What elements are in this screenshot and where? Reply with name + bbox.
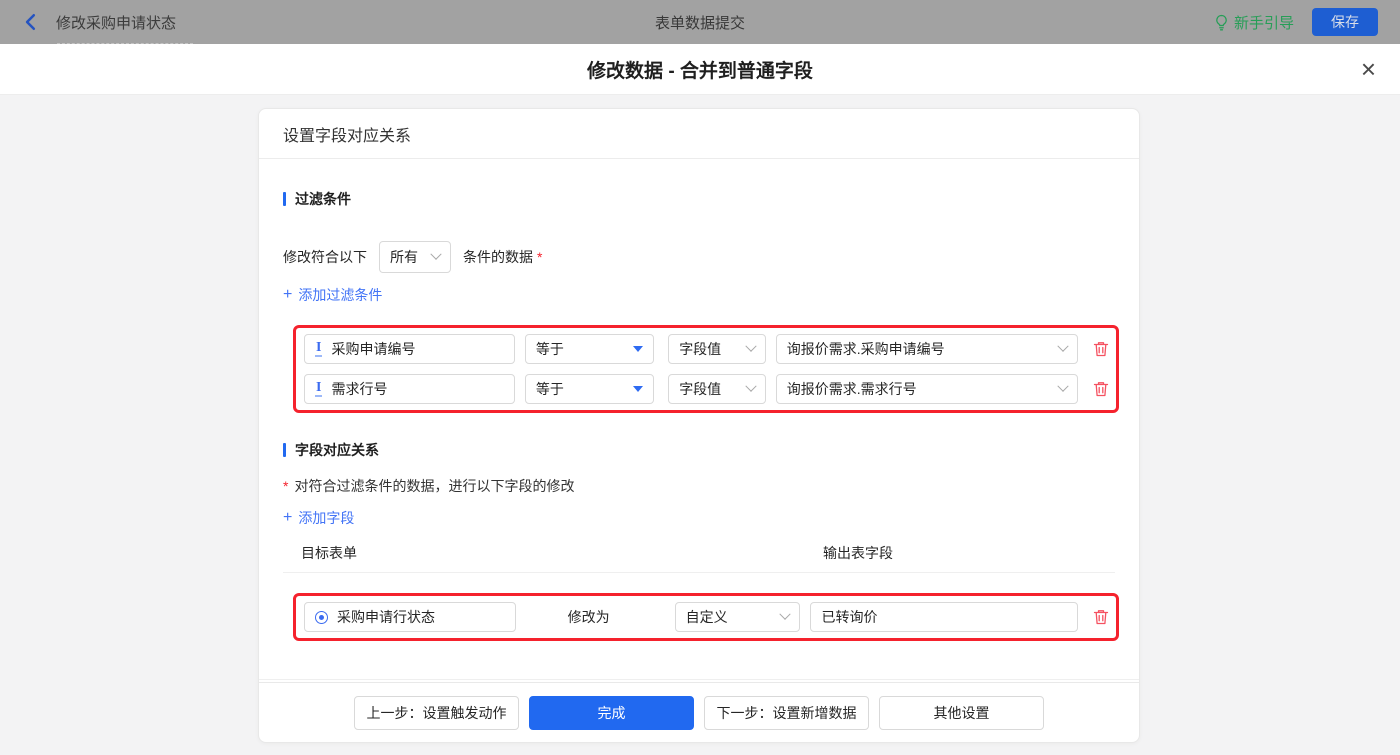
section-marker xyxy=(283,192,286,206)
required-mark: * xyxy=(537,249,543,265)
filter-section-title: 过滤条件 xyxy=(283,189,1115,209)
custom-value: 已转询价 xyxy=(821,609,878,625)
chevron-down-icon xyxy=(745,380,757,392)
body-bottom-divider xyxy=(259,679,1139,680)
add-field-link[interactable]: + 添加字段 xyxy=(283,508,354,528)
card-header-title: 设置字段对应关系 xyxy=(283,127,412,145)
filter-value: 询报价需求.采购申请编号 xyxy=(786,341,945,357)
caret-down-icon xyxy=(633,386,644,392)
chevron-down-icon xyxy=(1057,380,1069,392)
mapping-note-text: 对符合过滤条件的数据，进行以下字段的修改 xyxy=(294,478,575,494)
match-prefix: 修改符合以下 xyxy=(283,249,367,265)
modify-to-label: 修改为 xyxy=(567,609,610,625)
filter-field-value: 采购申请编号 xyxy=(331,341,416,357)
flow-title[interactable]: 修改采购申请状态 xyxy=(56,12,176,33)
match-mode-row: 修改符合以下 所有 条件的数据 * xyxy=(283,241,1115,273)
mapping-valuetype-value: 自定义 xyxy=(685,609,728,625)
output-field-column-header: 输出表字段 xyxy=(823,545,893,561)
filter-operator-select[interactable]: 等于 xyxy=(524,334,655,364)
filter-operator-value: 等于 xyxy=(535,341,564,357)
dialog-title: 修改数据 - 合并到普通字段 xyxy=(587,60,813,82)
required-mark: * xyxy=(283,478,289,494)
save-button[interactable]: 保存 xyxy=(1312,8,1378,36)
mapping-section-title: 字段对应关系 xyxy=(283,440,1115,460)
filter-value: 询报价需求.需求行号 xyxy=(786,381,917,397)
plus-icon: + xyxy=(283,509,293,526)
match-mode-select[interactable]: 所有 xyxy=(379,241,451,273)
text-field-icon: I xyxy=(315,380,323,397)
chevron-down-icon xyxy=(745,340,757,352)
add-filter-condition-link[interactable]: + 添加过滤条件 xyxy=(283,285,382,305)
add-field-label: 添加字段 xyxy=(298,510,355,526)
match-suffix: 条件的数据 xyxy=(463,249,533,265)
filter-section-label: 过滤条件 xyxy=(295,191,351,207)
mapping-note: * 对符合过滤条件的数据，进行以下字段的修改 xyxy=(283,476,1115,496)
filter-valuetype-value: 字段值 xyxy=(679,341,722,357)
filter-rows-highlight-group: I 采购申请编号 等于 字段值 询报价需求.采购申请编号 I 需求行号 等于 字… xyxy=(293,325,1119,413)
target-form-column-header: 目标表单 xyxy=(301,545,357,561)
filter-value-select[interactable]: 询报价需求.采购申请编号 xyxy=(775,334,1078,364)
caret-down-icon xyxy=(633,346,644,352)
mapping-field-select[interactable]: 采购申请行状态 xyxy=(304,602,516,632)
card-body: 过滤条件 修改符合以下 所有 条件的数据 * + 添加过滤条件 I 采购申请编号… xyxy=(259,159,1139,682)
chevron-down-icon xyxy=(779,608,792,620)
next-step-button[interactable]: 下一步：设置新增数据 xyxy=(704,695,869,730)
mapping-section-label: 字段对应关系 xyxy=(295,442,379,458)
delete-row-icon[interactable] xyxy=(1092,340,1110,358)
chevron-down-icon xyxy=(430,248,442,260)
filter-valuetype-value: 字段值 xyxy=(679,381,722,397)
filter-operator-value: 等于 xyxy=(535,381,564,397)
lightbulb-icon xyxy=(1216,14,1227,30)
match-mode-value: 所有 xyxy=(390,249,418,265)
filter-valuetype-select[interactable]: 字段值 xyxy=(668,334,766,364)
filter-row: I 需求行号 等于 字段值 询报价需求.需求行号 xyxy=(304,374,1110,404)
dialog-body: 设置字段对应关系 过滤条件 修改符合以下 所有 条件的数据 * + 添加过滤条件… xyxy=(0,95,1400,755)
card-footer: 上一步：设置触发动作 完成 下一步：设置新增数据 其他设置 xyxy=(259,682,1139,742)
filter-field-select[interactable]: I 需求行号 xyxy=(304,374,515,404)
top-bar: 修改采购申请状态 表单数据提交 新手引导 保存 xyxy=(0,0,1400,44)
text-field-icon: I xyxy=(315,340,323,357)
back-icon[interactable] xyxy=(22,13,40,31)
dialog-header: 修改数据 - 合并到普通字段 × xyxy=(0,44,1400,95)
card-header: 设置字段对应关系 xyxy=(259,109,1139,159)
screen: 修改采购申请状态 表单数据提交 新手引导 保存 修改数据 - 合并到普通字段 ×… xyxy=(0,0,1400,755)
delete-row-icon[interactable] xyxy=(1092,380,1110,398)
mapping-field-value: 采购申请行状态 xyxy=(337,609,435,625)
mapping-config-card: 设置字段对应关系 过滤条件 修改符合以下 所有 条件的数据 * + 添加过滤条件… xyxy=(258,108,1140,743)
filter-valuetype-select[interactable]: 字段值 xyxy=(668,374,766,404)
delete-row-icon[interactable] xyxy=(1092,608,1110,626)
other-settings-button[interactable]: 其他设置 xyxy=(879,695,1044,730)
radio-field-icon xyxy=(315,610,328,624)
done-button[interactable]: 完成 xyxy=(529,695,694,730)
chevron-down-icon xyxy=(1057,340,1069,352)
plus-icon: + xyxy=(283,286,293,303)
prev-step-button[interactable]: 上一步：设置触发动作 xyxy=(354,695,519,730)
filter-value-select[interactable]: 询报价需求.需求行号 xyxy=(775,374,1078,404)
filter-field-select[interactable]: I 采购申请编号 xyxy=(304,334,515,364)
mapping-valuetype-select[interactable]: 自定义 xyxy=(674,602,801,632)
node-title: 表单数据提交 xyxy=(654,14,745,32)
custom-value-input[interactable]: 已转询价 xyxy=(810,602,1078,632)
filter-operator-select[interactable]: 等于 xyxy=(524,374,655,404)
filter-row: I 采购申请编号 等于 字段值 询报价需求.采购申请编号 xyxy=(304,334,1110,364)
beginner-guide-label: 新手引导 xyxy=(1233,14,1294,32)
mapping-row-highlight-group: 采购申请行状态 修改为 自定义 已转询价 xyxy=(293,593,1119,641)
mapping-table-header: 目标表单 输出表字段 xyxy=(283,540,1115,573)
close-icon[interactable]: × xyxy=(1361,56,1376,82)
section-marker xyxy=(283,443,286,457)
filter-field-value: 需求行号 xyxy=(331,381,388,397)
title-underline xyxy=(57,43,193,44)
add-filter-condition-label: 添加过滤条件 xyxy=(298,287,383,303)
beginner-guide-link[interactable]: 新手引导 xyxy=(1214,12,1294,33)
